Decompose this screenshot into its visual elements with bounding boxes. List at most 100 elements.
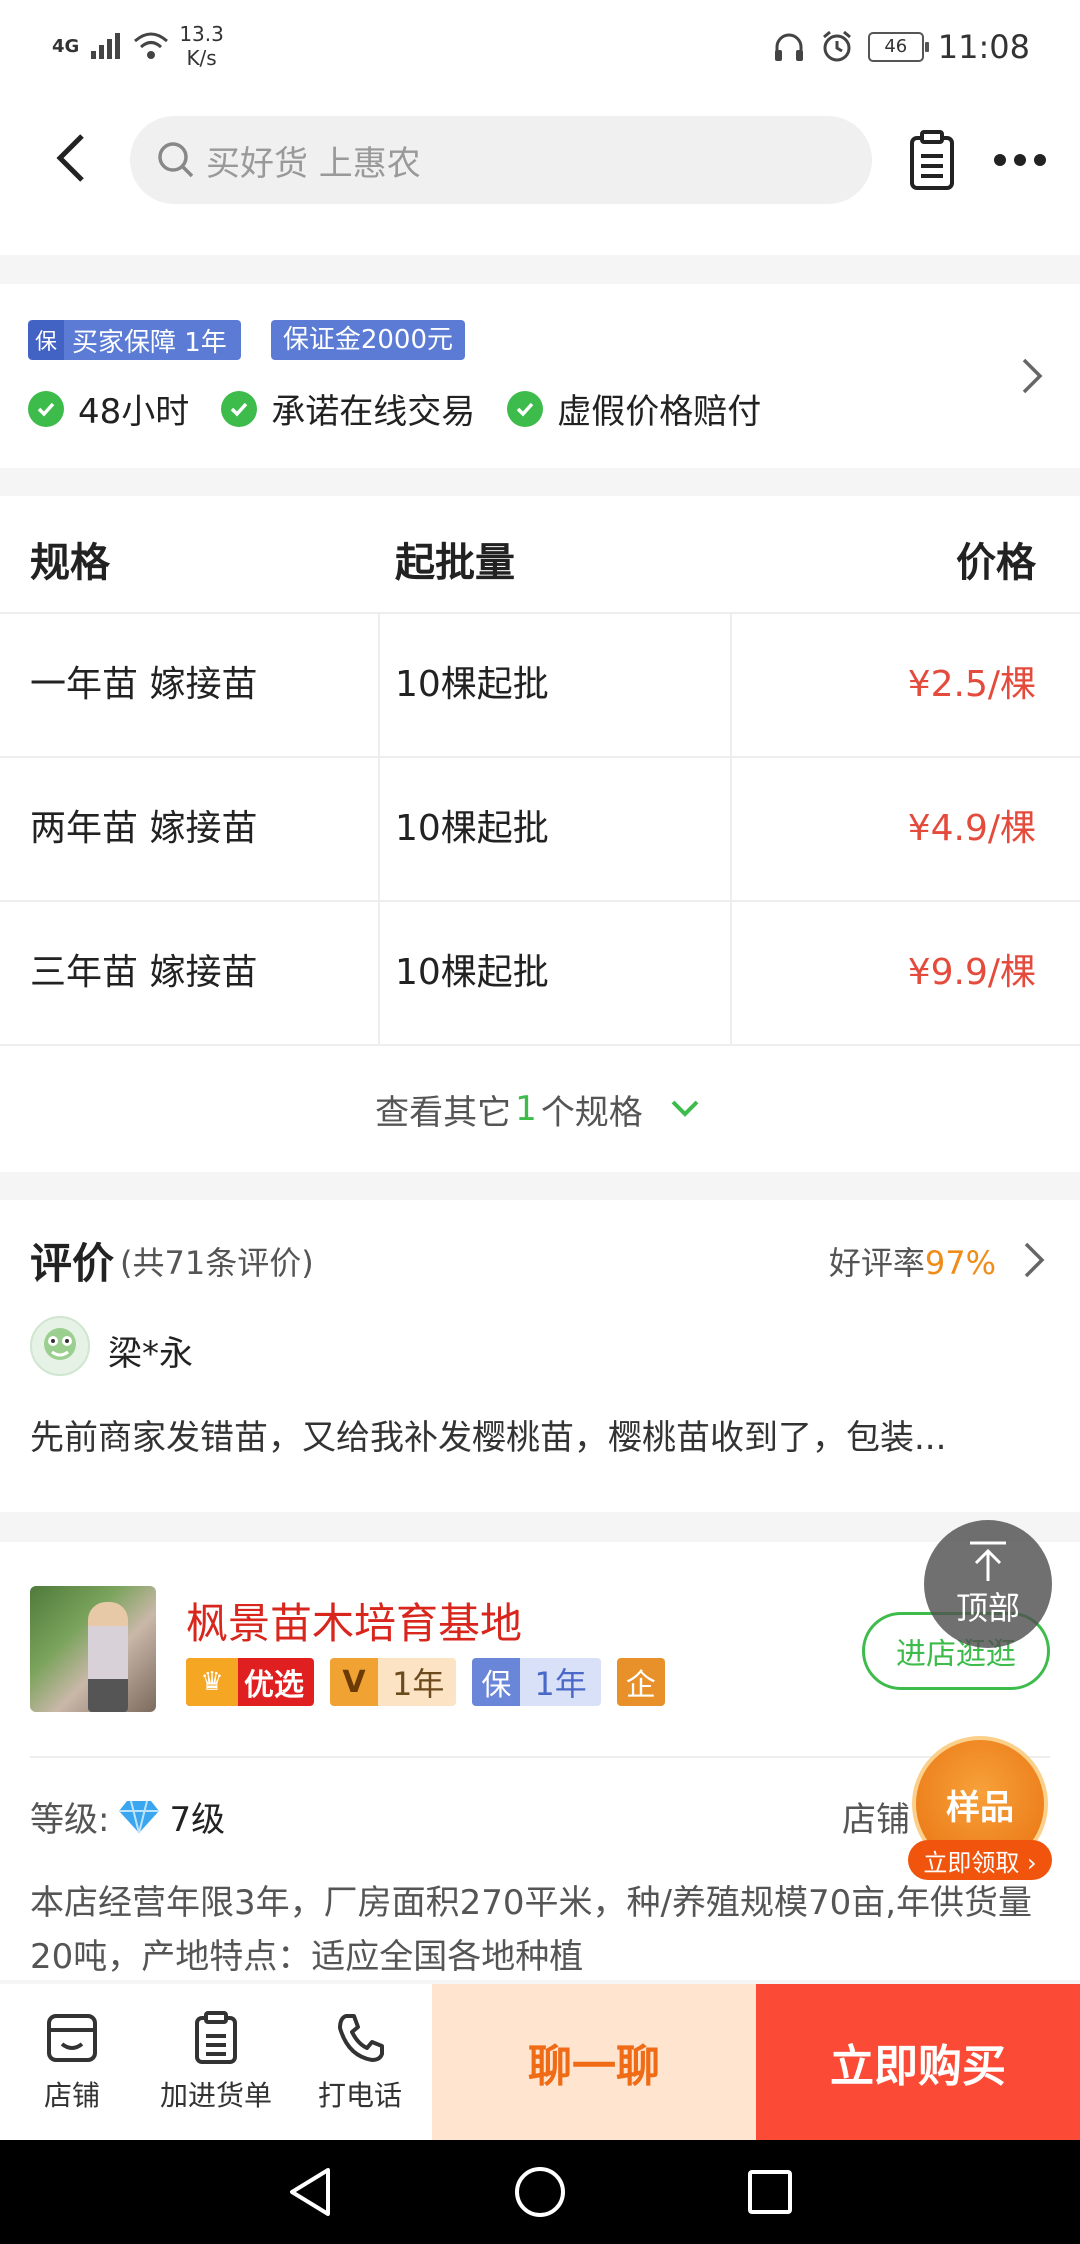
vip-icon: V <box>330 1658 378 1706</box>
sample-promo-button[interactable]: 样品 立即领取 › <box>908 1736 1052 1884</box>
positive-rate-label: 好评率 <box>828 1244 925 1282</box>
guarantee-badges: 保 买家保障 1年 保证金2000元 <box>28 320 465 360</box>
network-speed: 13.3 K/s <box>179 22 224 70</box>
default-avatar-icon <box>44 1328 76 1360</box>
crown-icon: ♛ <box>186 1658 238 1706</box>
search-input[interactable]: 买好货 上惠农 <box>130 116 872 204</box>
system-back-button[interactable] <box>280 2162 340 2222</box>
shop-photo[interactable] <box>30 1586 156 1712</box>
column-divider <box>378 614 380 1046</box>
table-row: 两年苗 嫁接苗 10棵起批 ¥4.9/棵 <box>0 758 1080 902</box>
phone-icon <box>338 2014 384 2062</box>
spec-cell: 两年苗 嫁接苗 <box>30 808 258 849</box>
enterprise-badge: 企 <box>616 1658 665 1706</box>
chevron-right-icon <box>1024 1242 1045 1278</box>
status-bar: 4G 13.3 K/s 46 11:08 <box>0 0 1080 100</box>
reviews-count: (共71条评价) <box>120 1244 314 1282</box>
price-cell: ¥9.9/棵 <box>907 952 1036 993</box>
avatar <box>30 1316 90 1376</box>
price-cell: ¥4.9/棵 <box>907 808 1036 849</box>
system-home-button[interactable] <box>510 2162 570 2222</box>
check-icon <box>507 390 544 427</box>
buyer-protection-badge: 保 买家保障 1年 <box>28 320 241 360</box>
search-placeholder: 买好货 上惠农 <box>206 143 421 184</box>
status-left: 4G 13.3 K/s <box>52 22 224 70</box>
spec-table: 规格 起批量 价格 一年苗 嫁接苗 10棵起批 ¥2.5/棵 两年苗 嫁接苗 1… <box>0 496 1080 1172</box>
header-spec: 规格 <box>30 540 110 586</box>
spec-cell: 三年苗 嫁接苗 <box>30 952 258 993</box>
header-moq: 起批量 <box>395 540 515 586</box>
shop-tab-button[interactable]: 店铺 <box>30 1984 114 2140</box>
divider <box>30 1756 1050 1758</box>
moq-cell: 10棵起批 <box>395 952 549 993</box>
back-to-top-button[interactable]: 顶部 <box>924 1520 1052 1648</box>
review-text: 先前商家发错苗，又给我补发樱桃苗，樱桃苗收到了，包装... <box>30 1418 947 1458</box>
more-dot-icon <box>1034 154 1046 166</box>
youxuan-label: 优选 <box>244 1668 304 1703</box>
store-icon <box>47 2014 97 2062</box>
buyer-guarantee-card[interactable]: 保 买家保障 1年 保证金2000元 48小时 承诺在线交易 虚假价格赔付 <box>0 284 1080 468</box>
back-to-top-label: 顶部 <box>955 1589 1020 1627</box>
shield-icon: 保 <box>28 320 64 360</box>
shop-info-label: 店铺 <box>842 1800 910 1840</box>
header-price: 价格 <box>956 540 1036 586</box>
level-value: 7级 <box>169 1800 226 1840</box>
back-button[interactable] <box>40 128 100 188</box>
guarantee-items: 48小时 承诺在线交易 虚假价格赔付 <box>28 384 761 433</box>
clipboard-icon <box>910 130 954 190</box>
arrow-up-icon <box>970 1541 1006 1581</box>
shop-description: 本店经营年限3年，厂房面积270平米，种/养殖规模70亩,年供货量20吨，产地特… <box>30 1883 1033 1977</box>
chat-button[interactable]: 聊一聊 <box>432 1984 756 2140</box>
headphones-icon <box>774 33 803 61</box>
vip-years-label: 1年 <box>392 1665 445 1703</box>
guarantee-item: 48小时 <box>28 384 189 433</box>
guarantee-item: 承诺在线交易 <box>221 384 475 433</box>
more-menu-button[interactable] <box>985 130 1055 190</box>
price-cell: ¥2.5/棵 <box>907 664 1036 705</box>
shop-level: 等级: 7级 <box>30 1792 225 1841</box>
more-specs-button[interactable]: 查看其它 1 个规格 <box>0 1046 1080 1172</box>
battery-indicator: 46 <box>867 32 929 62</box>
guarantee-item-label: 虚假价格赔付 <box>557 392 762 432</box>
check-icon <box>221 390 258 427</box>
reviews-section[interactable]: 评价 (共71条评价) 好评率97% 梁*永 先前商家发错苗，又给我补发樱桃苗，… <box>0 1200 1080 1512</box>
buy-now-button[interactable]: 立即购买 <box>756 1984 1080 2140</box>
wifi-icon <box>134 32 169 59</box>
deposit-badge: 保证金2000元 <box>270 320 465 360</box>
shop-owner-figure <box>88 1602 128 1712</box>
chevron-right-icon <box>1022 358 1043 394</box>
shop-tab-label: 店铺 <box>43 2079 100 2112</box>
reviewer-name: 梁*永 <box>108 1334 193 1374</box>
spec-cell: 一年苗 嫁接苗 <box>30 664 258 705</box>
positive-rate-value: 97% <box>924 1244 996 1282</box>
bottom-action-bar: 店铺 加进货单 打电话 聊一聊 立即购买 <box>0 1984 1080 2140</box>
call-label: 打电话 <box>317 2079 402 2112</box>
back-arrow-icon <box>56 134 84 182</box>
table-row: 一年苗 嫁接苗 10棵起批 ¥2.5/棵 <box>0 614 1080 758</box>
more-specs-count: 1 <box>515 1089 537 1129</box>
status-right: 46 11:08 <box>772 28 1030 66</box>
guarantee-years-badge: 保 1年 <box>472 1658 601 1706</box>
network-type: 4G <box>52 35 80 57</box>
circle-home-icon <box>515 2167 565 2217</box>
moq-cell: 10棵起批 <box>395 664 549 705</box>
shop-name[interactable]: 枫景苗木培育基地 <box>186 1590 522 1651</box>
diamond-icon <box>119 1800 160 1833</box>
purchase-list-button[interactable] <box>902 128 962 192</box>
guarantee-item-label: 48小时 <box>78 392 190 432</box>
check-icon <box>28 390 64 427</box>
shield-icon: 保 <box>472 1658 521 1706</box>
clipboard-icon <box>195 2011 237 2064</box>
add-to-list-button[interactable]: 加进货单 <box>154 1984 278 2140</box>
alarm-icon <box>822 30 851 62</box>
system-recents-button[interactable] <box>740 2162 800 2222</box>
youxuan-badge: ♛ 优选 <box>186 1658 314 1706</box>
call-button[interactable]: 打电话 <box>310 1984 410 2140</box>
more-dot-icon <box>1014 154 1026 166</box>
table-row: 三年苗 嫁接苗 10棵起批 ¥9.9/棵 <box>0 902 1080 1046</box>
level-label: 等级: <box>30 1800 110 1840</box>
guarantee-years-label: 1年 <box>534 1665 587 1703</box>
chevron-down-icon <box>671 1100 699 1117</box>
shop-tags: ♛ 优选 V 1年 保 1年 企 <box>186 1658 665 1706</box>
moq-cell: 10棵起批 <box>395 808 549 849</box>
